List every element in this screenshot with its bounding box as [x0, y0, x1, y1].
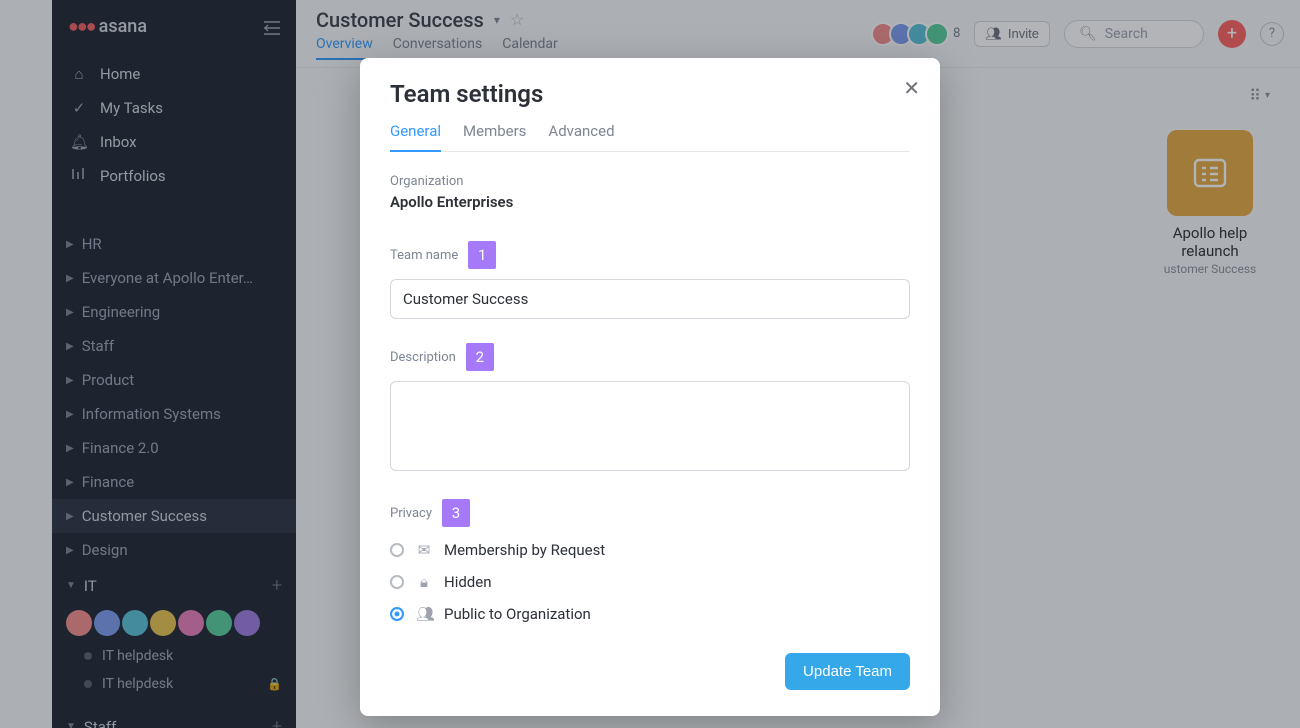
description-input[interactable] [390, 381, 910, 471]
modal-title: Team settings [390, 80, 910, 108]
radio-icon [390, 575, 404, 589]
privacy-label: Privacy 3 [390, 499, 910, 527]
radio-icon [390, 607, 404, 621]
people-icon: 👥︎ [416, 605, 432, 623]
org-label: Organization [390, 174, 910, 189]
team-name-input[interactable] [390, 279, 910, 319]
team-settings-modal: Team settings ✕ General Members Advanced… [360, 58, 940, 716]
envelope-icon: ✉︎ [416, 541, 432, 559]
privacy-option-label: Membership by Request [444, 541, 605, 559]
modal-tabs: General Members Advanced [390, 122, 910, 152]
modal-tab-advanced[interactable]: Advanced [548, 122, 614, 151]
description-label: Description 2 [390, 343, 910, 371]
modal-tab-general[interactable]: General [390, 122, 441, 152]
update-team-button[interactable]: Update Team [785, 653, 910, 690]
modal-overlay: Team settings ✕ General Members Advanced… [0, 0, 1300, 728]
close-icon[interactable]: ✕ [903, 76, 920, 100]
team-name-label: Team name 1 [390, 241, 910, 269]
modal-tab-members[interactable]: Members [463, 122, 526, 151]
privacy-option-label: Hidden [444, 573, 492, 591]
org-value: Apollo Enterprises [390, 193, 910, 211]
privacy-option-membership-request[interactable]: ✉︎ Membership by Request [390, 541, 910, 559]
radio-icon [390, 543, 404, 557]
privacy-option-hidden[interactable]: 🔒︎ Hidden [390, 573, 910, 591]
privacy-option-public[interactable]: 👥︎ Public to Organization [390, 605, 910, 623]
annotation-badge: 2 [466, 343, 494, 371]
lock-icon: 🔒︎ [416, 573, 432, 591]
privacy-option-label: Public to Organization [444, 605, 591, 623]
annotation-badge: 1 [468, 241, 496, 269]
annotation-badge: 3 [442, 499, 470, 527]
